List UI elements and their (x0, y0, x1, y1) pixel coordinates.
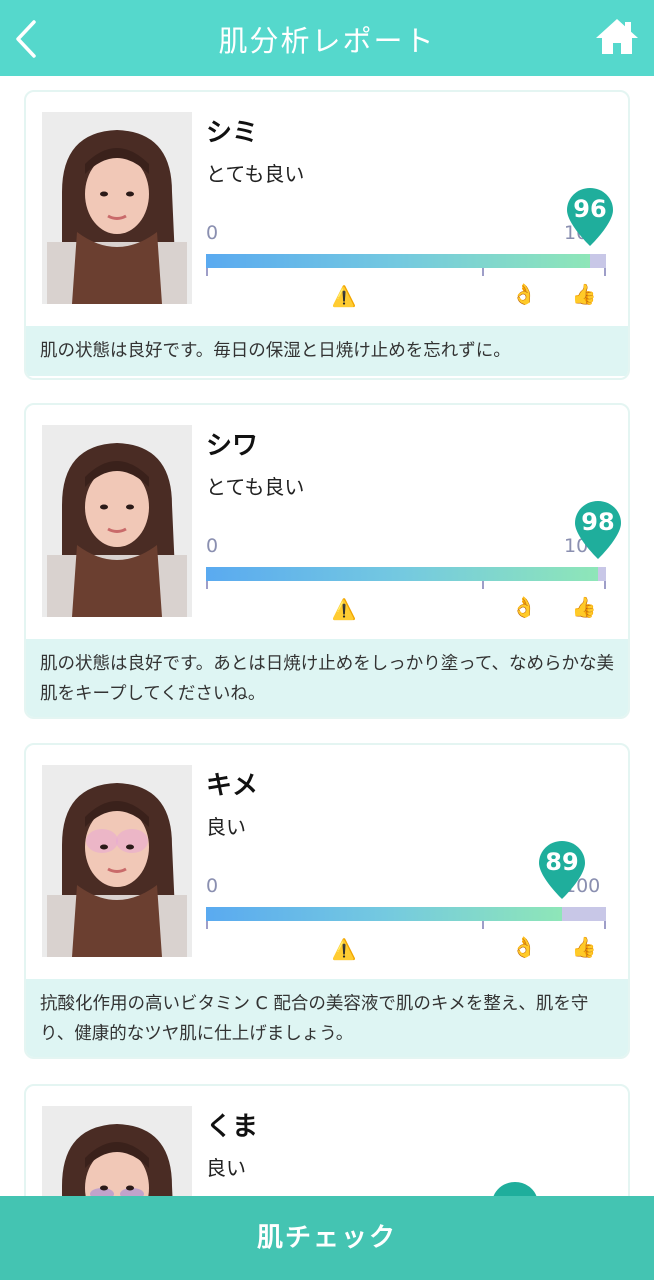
skin-check-button[interactable]: 肌チェック (0, 1196, 654, 1280)
grade-text: 良い (206, 1156, 246, 1180)
bar-tick (482, 921, 484, 929)
home-button[interactable] (594, 16, 640, 58)
score-value: 96 (573, 195, 607, 223)
advice-text: 肌の状態は良好です。あとは日焼け止めをしっかり塗って、なめらかな美肌をキープして… (26, 639, 628, 717)
bar-tick (206, 268, 208, 276)
grade-text: 良い (206, 815, 246, 839)
advice-text: 肌の状態は良好です。毎日の保湿と日焼け止めを忘れずに。 (26, 326, 628, 376)
grade-text: とても良い (206, 162, 305, 186)
category-label: キメ (206, 771, 259, 801)
thumbs-up-icon: 👍 (571, 935, 597, 959)
face-photo (42, 765, 192, 957)
app-header: 肌分析レポート (0, 0, 654, 76)
score-pin: 96 (567, 188, 613, 246)
thumbs-up-icon: 👍 (571, 595, 597, 619)
score-value: 98 (581, 508, 615, 536)
category-label: シワ (206, 431, 259, 461)
scale-min: 0 (206, 875, 219, 897)
ok-hand-icon: 👌 (511, 935, 537, 959)
bar-tick (604, 268, 606, 276)
warning-icon: ⚠️ (331, 284, 357, 308)
ok-hand-icon: 👌 (511, 595, 537, 619)
bar-tick (482, 581, 484, 589)
scale-min: 0 (206, 535, 219, 557)
score-bar (206, 907, 606, 921)
page-title: 肌分析レポート (218, 24, 436, 58)
warning-icon: ⚠️ (331, 597, 357, 621)
score-pin (492, 1182, 538, 1196)
report-card-kime: キメ 良い 0 100 89 ⚠️ 👌 👍 抗酸化作用の高いビタミン C 配合の… (24, 743, 630, 1059)
bar-tick (482, 268, 484, 276)
scale-min: 0 (206, 222, 219, 244)
score-pin: 89 (539, 841, 585, 899)
warning-icon: ⚠️ (331, 937, 357, 961)
score-value: 89 (545, 848, 579, 876)
score-bar-fill (206, 254, 590, 268)
category-label: くま (206, 1112, 259, 1142)
report-list[interactable]: シミ とても良い 0 100 96 ⚠️ 👌 👍 肌の状態は良好です。毎日の保湿… (0, 76, 654, 1196)
score-bar-fill (206, 567, 598, 581)
report-card-shimi: シミ とても良い 0 100 96 ⚠️ 👌 👍 肌の状態は良好です。毎日の保湿… (24, 90, 630, 380)
grade-text: とても良い (206, 475, 305, 499)
bar-tick (206, 921, 208, 929)
home-icon (596, 19, 638, 54)
report-card-kuma: くま 良い (24, 1084, 630, 1196)
advice-text: 抗酸化作用の高いビタミン C 配合の美容液で肌のキメを整え、肌を守り、健康的なツ… (26, 979, 628, 1057)
bar-tick (206, 581, 208, 589)
face-photo (42, 425, 192, 617)
score-bar (206, 254, 606, 268)
bar-tick (604, 921, 606, 929)
score-bar (206, 567, 606, 581)
report-card-shiwa: シワ とても良い 0 100 98 ⚠️ 👌 👍 肌の状態は良好です。あとは日焼… (24, 403, 630, 719)
face-photo (42, 1106, 192, 1196)
face-photo (42, 112, 192, 304)
thumbs-up-icon: 👍 (571, 282, 597, 306)
category-label: シミ (206, 118, 259, 148)
score-bar-fill (206, 907, 562, 921)
bar-tick (604, 581, 606, 589)
ok-hand-icon: 👌 (511, 282, 537, 306)
score-pin: 98 (575, 501, 621, 559)
